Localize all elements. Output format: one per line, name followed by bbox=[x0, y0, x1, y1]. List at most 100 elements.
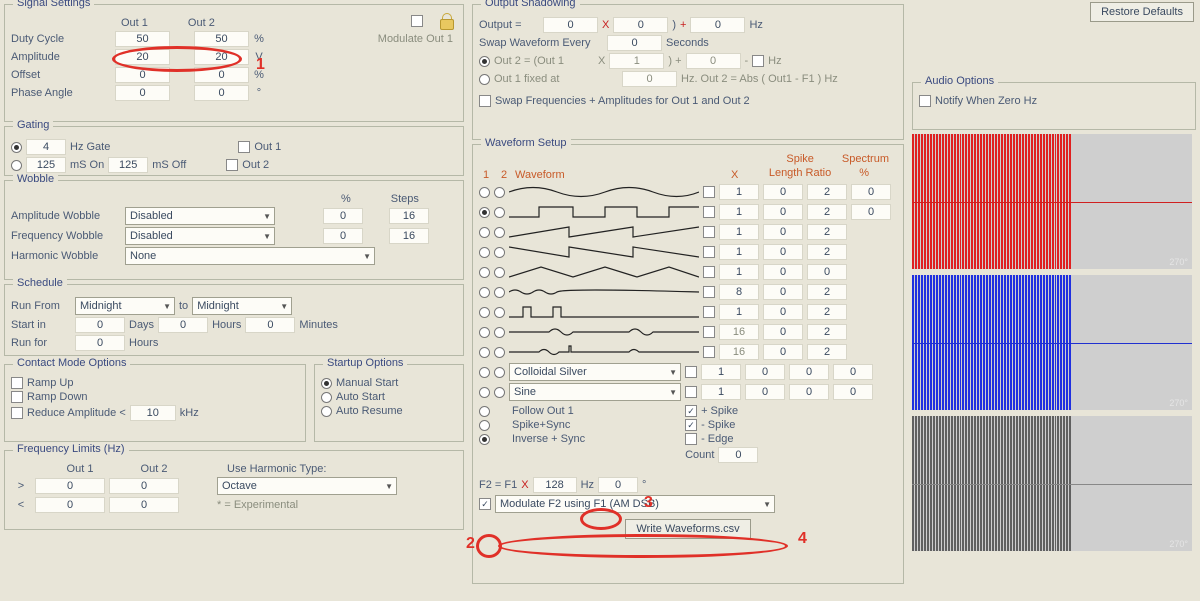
gate-mson-field[interactable]: 125 bbox=[26, 157, 66, 173]
f2-deg-field[interactable]: 0 bbox=[598, 477, 638, 493]
ramp-down-checkbox[interactable] bbox=[11, 391, 23, 403]
wobble-select[interactable]: Disabled bbox=[125, 227, 275, 245]
wf-b-field[interactable]: 2 bbox=[807, 204, 847, 220]
wobble-select[interactable]: Disabled bbox=[125, 207, 275, 225]
wf-x-field[interactable]: 1 bbox=[719, 304, 759, 320]
minus-edge-checkbox[interactable] bbox=[685, 433, 697, 445]
wf-x-field[interactable]: 16 bbox=[719, 324, 759, 340]
run-to-select[interactable]: Midnight bbox=[192, 297, 292, 315]
f2-val-field[interactable]: 128 bbox=[533, 477, 577, 493]
modulate-out1-checkbox[interactable] bbox=[411, 15, 423, 27]
wf-sel1-check[interactable] bbox=[685, 366, 697, 378]
signal-out1-field[interactable]: 20 bbox=[115, 49, 170, 65]
wf-row-check[interactable] bbox=[703, 346, 715, 358]
wf-row-r2[interactable] bbox=[494, 187, 505, 198]
wf-x-field[interactable]: 1 bbox=[719, 224, 759, 240]
wf-sel2-r2[interactable] bbox=[494, 387, 505, 398]
ramp-up-checkbox[interactable] bbox=[11, 377, 23, 389]
wf-x-field[interactable]: 1 bbox=[719, 184, 759, 200]
wf-a-field[interactable]: 0 bbox=[763, 244, 803, 260]
wf-select-1[interactable]: Colloidal Silver bbox=[509, 363, 681, 381]
wobble-pct-field[interactable]: 0 bbox=[323, 228, 363, 244]
gate-ms-radio[interactable] bbox=[11, 160, 22, 171]
wobble-pct-field[interactable]: 0 bbox=[323, 208, 363, 224]
wf-sel1-r1[interactable] bbox=[479, 367, 490, 378]
wf-x-field[interactable]: 1 bbox=[719, 264, 759, 280]
start-days-field[interactable]: 0 bbox=[75, 317, 125, 333]
swap-every-field[interactable]: 0 bbox=[607, 35, 662, 51]
wf-row-r1[interactable] bbox=[479, 187, 490, 198]
wf-sel2-c[interactable]: 0 bbox=[833, 384, 873, 400]
out1fixed-field[interactable]: 0 bbox=[622, 71, 677, 87]
modulate-f2-checkbox[interactable]: ✓ bbox=[479, 498, 491, 510]
restore-defaults-button[interactable]: Restore Defaults bbox=[1090, 2, 1194, 22]
wf-row-r1[interactable] bbox=[479, 247, 490, 258]
wf-b-field[interactable]: 2 bbox=[807, 324, 847, 340]
wf-row-r2[interactable] bbox=[494, 307, 505, 318]
wf-sel1-b[interactable]: 0 bbox=[789, 364, 829, 380]
minus-spike-checkbox[interactable]: ✓ bbox=[685, 419, 697, 431]
run-from-select[interactable]: Midnight bbox=[75, 297, 175, 315]
out1fixed-radio[interactable] bbox=[479, 74, 490, 85]
signal-out2-field[interactable]: 20 bbox=[194, 49, 249, 65]
output-mult-field[interactable]: 0 bbox=[613, 17, 668, 33]
wf-c-field[interactable]: 0 bbox=[851, 204, 891, 220]
wf-row-check[interactable] bbox=[703, 306, 715, 318]
wf-sel1-x[interactable]: 1 bbox=[701, 364, 741, 380]
wf-b-field[interactable]: 2 bbox=[807, 184, 847, 200]
wf-b-field[interactable]: 2 bbox=[807, 304, 847, 320]
signal-out1-field[interactable]: 0 bbox=[115, 67, 170, 83]
wf-row-r2[interactable] bbox=[494, 347, 505, 358]
wf-row-r1[interactable] bbox=[479, 227, 490, 238]
gate-msoff-field[interactable]: 125 bbox=[108, 157, 148, 173]
wf-sel2-b[interactable]: 0 bbox=[789, 384, 829, 400]
wf-b-field[interactable]: 2 bbox=[807, 224, 847, 240]
wf-sel2-r1[interactable] bbox=[479, 387, 490, 398]
wf-x-field[interactable]: 16 bbox=[719, 344, 759, 360]
wf-row-r2[interactable] bbox=[494, 247, 505, 258]
wf-row-check[interactable] bbox=[703, 186, 715, 198]
signal-out2-field[interactable]: 0 bbox=[194, 85, 249, 101]
wf-row-check[interactable] bbox=[703, 226, 715, 238]
wf-x-field[interactable]: 1 bbox=[719, 244, 759, 260]
spike-sync-r1[interactable] bbox=[479, 420, 490, 431]
wf-sel2-a[interactable]: 0 bbox=[745, 384, 785, 400]
gate-hz-radio[interactable] bbox=[11, 142, 22, 153]
wf-sel1-c[interactable]: 0 bbox=[833, 364, 873, 380]
auto-resume-radio[interactable] bbox=[321, 406, 332, 417]
gate-out2-checkbox[interactable] bbox=[226, 159, 238, 171]
start-hours-field[interactable]: 0 bbox=[158, 317, 208, 333]
wf-row-check[interactable] bbox=[703, 266, 715, 278]
wf-a-field[interactable]: 0 bbox=[763, 304, 803, 320]
out2eq-radio[interactable] bbox=[479, 56, 490, 67]
count-field[interactable]: 0 bbox=[718, 447, 758, 463]
reduce-amp-checkbox[interactable] bbox=[11, 407, 23, 419]
wf-a-field[interactable]: 0 bbox=[763, 224, 803, 240]
auto-start-radio[interactable] bbox=[321, 392, 332, 403]
wf-row-r1[interactable] bbox=[479, 207, 490, 218]
runfor-hours-field[interactable]: 0 bbox=[75, 335, 125, 351]
wf-row-r1[interactable] bbox=[479, 287, 490, 298]
out2eq-mult-field[interactable]: 1 bbox=[609, 53, 664, 69]
wf-row-r1[interactable] bbox=[479, 327, 490, 338]
wf-sel1-r2[interactable] bbox=[494, 367, 505, 378]
swap-freqs-checkbox[interactable] bbox=[479, 95, 491, 107]
fl-gt-out2-field[interactable]: 0 bbox=[109, 478, 179, 494]
wf-sel2-check[interactable] bbox=[685, 386, 697, 398]
wf-row-r1[interactable] bbox=[479, 307, 490, 318]
wf-select-2[interactable]: Sine bbox=[509, 383, 681, 401]
out2eq-add-field[interactable]: 0 bbox=[686, 53, 741, 69]
wf-row-r1[interactable] bbox=[479, 347, 490, 358]
manual-start-radio[interactable] bbox=[321, 378, 332, 389]
wf-b-field[interactable]: 0 bbox=[807, 264, 847, 280]
wobble-steps-field[interactable]: 16 bbox=[389, 228, 429, 244]
gate-out1-checkbox[interactable] bbox=[238, 141, 250, 153]
wf-a-field[interactable]: 0 bbox=[763, 284, 803, 300]
wf-x-field[interactable]: 8 bbox=[719, 284, 759, 300]
wf-row-check[interactable] bbox=[703, 206, 715, 218]
wf-x-field[interactable]: 1 bbox=[719, 204, 759, 220]
signal-out2-field[interactable]: 0 bbox=[194, 67, 249, 83]
harmonic-wobble-select[interactable]: None bbox=[125, 247, 375, 265]
signal-out1-field[interactable]: 50 bbox=[115, 31, 170, 47]
fl-lt-out2-field[interactable]: 0 bbox=[109, 497, 179, 513]
